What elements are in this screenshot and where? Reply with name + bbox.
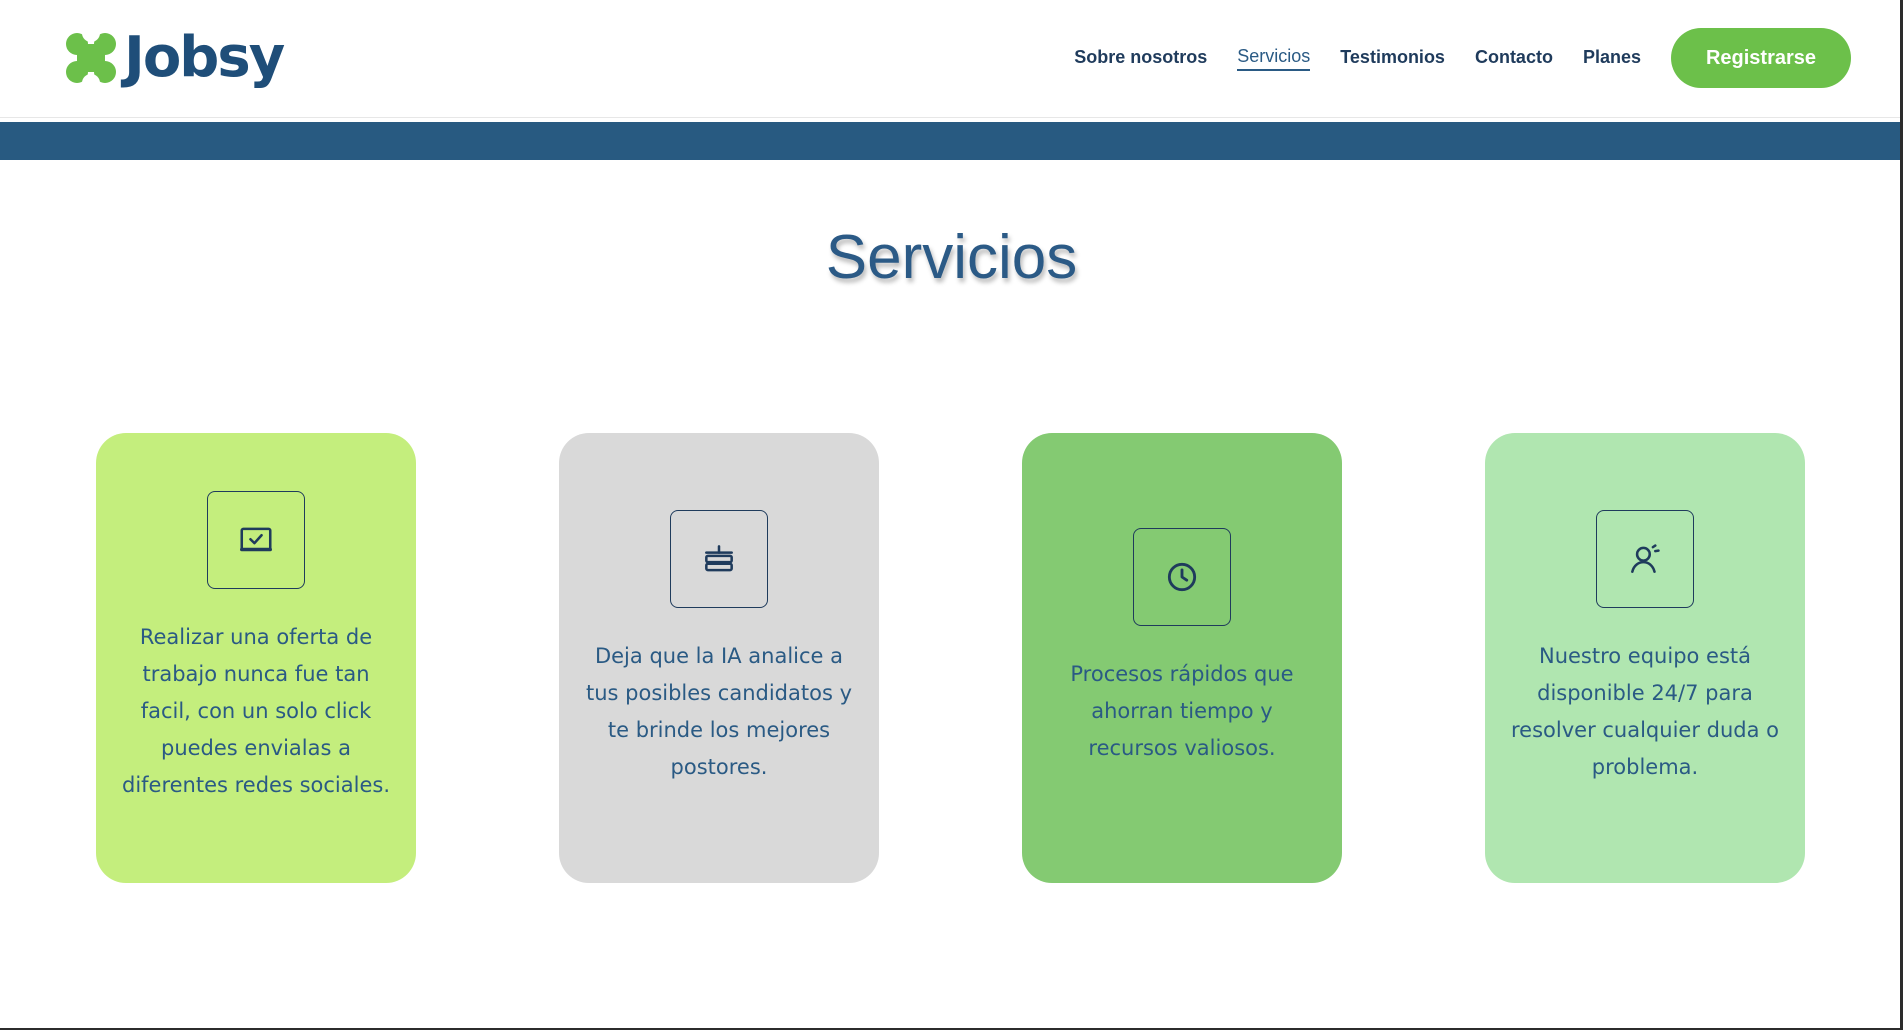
service-icon-box <box>1596 509 1694 608</box>
jobsy-logo-icon <box>66 31 116 85</box>
service-card-text: Procesos rápidos que ahorran tiempo y re… <box>1070 662 1294 760</box>
logo[interactable]: Jobsy <box>64 25 285 90</box>
nav-link-planes[interactable]: Planes <box>1583 47 1641 70</box>
service-card-support: Nuestro equipo está disponible 24/7 para… <box>1485 433 1805 883</box>
logo-text: Jobsy <box>124 25 285 90</box>
nav-link-sobre-nosotros[interactable]: Sobre nosotros <box>1074 47 1207 70</box>
clock-icon <box>1167 562 1197 592</box>
service-card-ai: Deja que la IA analice a tus posibles ca… <box>559 433 879 883</box>
service-icon-box <box>207 491 305 589</box>
user-support-icon <box>1631 543 1660 573</box>
service-card-text: Deja que la IA analice a tus posibles ca… <box>585 643 853 779</box>
nav-link-contacto[interactable]: Contacto <box>1475 47 1553 70</box>
page-title: Servicios <box>825 223 1078 292</box>
header-band <box>0 122 1903 160</box>
nav-link-servicios[interactable]: Servicios <box>1237 46 1311 71</box>
check-window-icon <box>240 527 272 552</box>
service-card-publish: Realizar una oferta de trabajo nunca fue… <box>96 433 416 883</box>
service-card-text: Realizar una oferta de trabajo nunca fue… <box>121 625 391 797</box>
stacked-layers-icon <box>705 544 733 571</box>
register-button[interactable]: Registrarse <box>1671 28 1851 88</box>
service-icon-box <box>670 509 768 608</box>
service-icon-box <box>1133 528 1231 626</box>
service-card-text: Nuestro equipo está disponible 24/7 para… <box>1511 643 1779 779</box>
site-header: Jobsy Sobre nosotros Servicios Testimoni… <box>0 0 1903 118</box>
main-nav: Sobre nosotros Servicios Testimonios Con… <box>1074 28 1851 88</box>
nav-link-testimonios[interactable]: Testimonios <box>1340 47 1445 70</box>
service-card-speed: Procesos rápidos que ahorran tiempo y re… <box>1022 433 1342 883</box>
